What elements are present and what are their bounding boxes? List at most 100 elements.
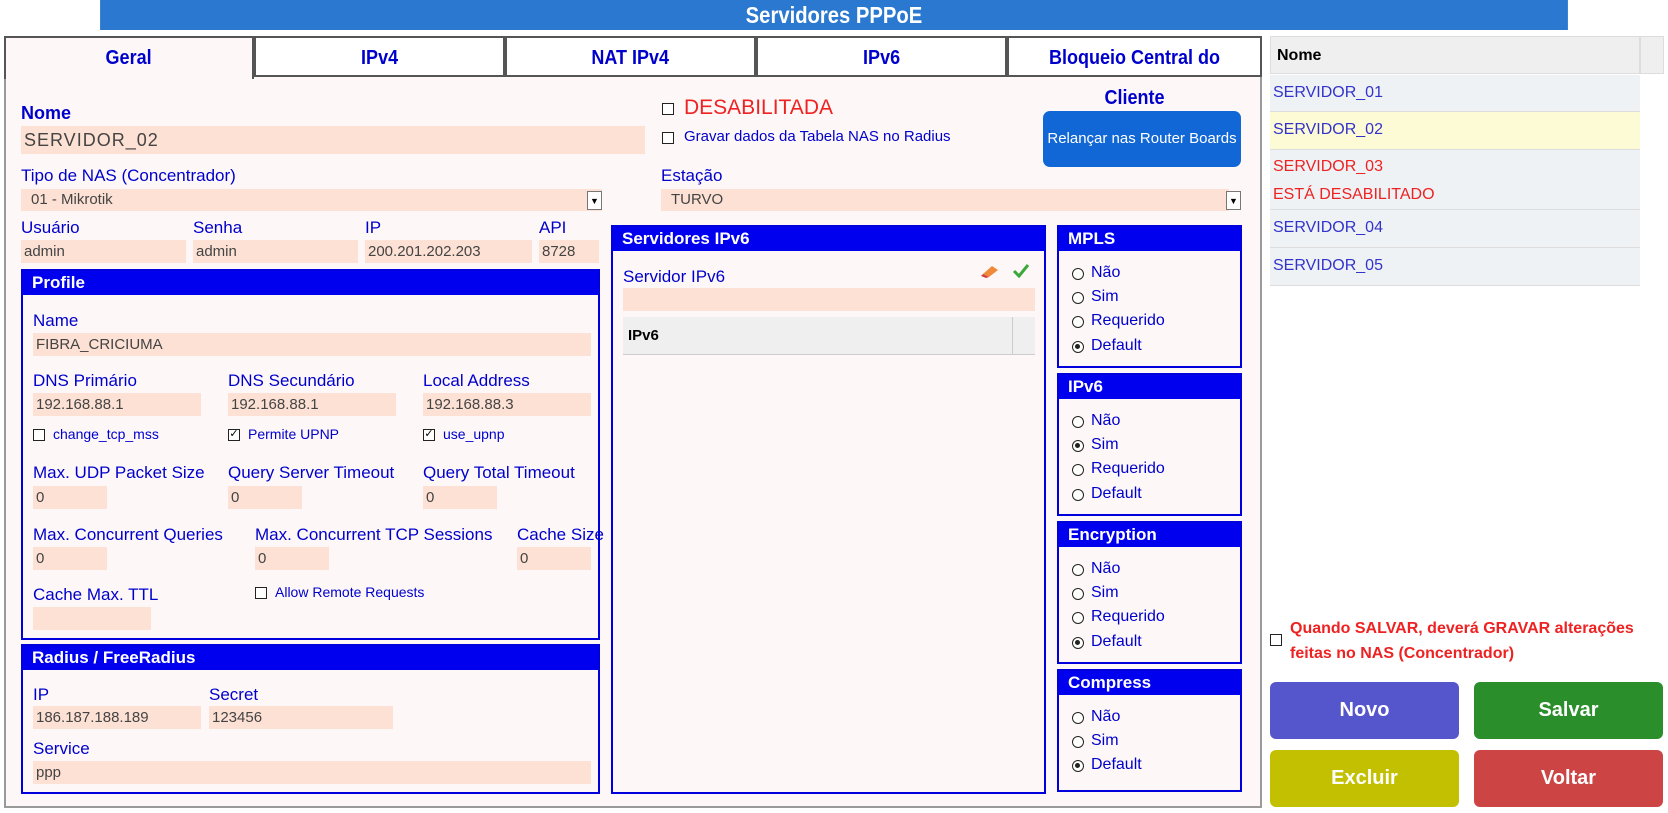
mpls-sim-label: Sim: [1091, 288, 1119, 305]
ipv6-requerido-radio[interactable]: [1072, 464, 1084, 476]
save-notice: Quando SALVAR, deverá GRAVAR alterações …: [1290, 620, 1634, 662]
qtt-label: Query Total Timeout: [423, 463, 575, 482]
list-item[interactable]: SERVIDOR_04: [1270, 210, 1640, 248]
tipo-nas-select[interactable]: 01 - Mikrotik: [21, 189, 602, 211]
ipv6-sim-radio[interactable]: [1072, 440, 1084, 452]
senha-input[interactable]: admin: [193, 240, 358, 263]
mcts-label: Max. Concurrent TCP Sessions: [255, 525, 493, 544]
check-icon[interactable]: [1012, 263, 1030, 279]
profile-title: Profile: [23, 271, 598, 295]
list-header[interactable]: Nome: [1270, 36, 1640, 74]
profile-name-input[interactable]: FIBRA_CRICIUMA: [33, 333, 591, 356]
radius-service-input[interactable]: ppp: [33, 761, 591, 784]
qst-label: Query Server Timeout: [228, 463, 395, 482]
voltar-button[interactable]: Voltar: [1474, 750, 1663, 807]
usuario-label: Usuário: [21, 218, 80, 237]
list-item[interactable]: SERVIDOR_01: [1270, 75, 1640, 112]
radius-service-label: Service: [33, 739, 90, 758]
mcq-input[interactable]: 0: [33, 547, 107, 570]
mcts-input[interactable]: 0: [255, 547, 329, 570]
compress-sim-radio[interactable]: [1072, 736, 1084, 748]
allow-remote-label: Allow Remote Requests: [275, 584, 425, 600]
api-input[interactable]: 8728: [539, 240, 599, 263]
encryption-default-radio[interactable]: [1072, 637, 1084, 649]
tab-label: IPv6: [862, 47, 901, 69]
gravar-alteracoes-checkbox[interactable]: [1270, 634, 1282, 646]
ipv6-grid-header: [623, 317, 1035, 355]
tipo-nas-label: Tipo de NAS (Concentrador): [21, 166, 236, 185]
tab-bloqueio[interactable]: Bloqueio Central do Cliente: [1007, 36, 1262, 109]
tab-nat-ipv4[interactable]: NAT IPv4: [505, 36, 756, 77]
chevron-down-icon[interactable]: ▼: [587, 191, 602, 210]
encryption-default-label: Default: [1091, 633, 1142, 650]
dns-secundario-input[interactable]: 192.168.88.1: [228, 393, 396, 416]
radius-ip-input[interactable]: 186.187.188.189: [33, 706, 201, 729]
mpls-box: MPLS: [1057, 225, 1242, 368]
encryption-nao-radio[interactable]: [1072, 564, 1084, 576]
list-item[interactable]: SERVIDOR_05: [1270, 248, 1640, 286]
dns-primario-input[interactable]: 192.168.88.1: [33, 393, 201, 416]
ipv6-box: IPv6: [1057, 373, 1242, 516]
list-item-disabled[interactable]: SERVIDOR_03 ESTÁ DESABILITADO: [1270, 150, 1640, 210]
senha-label: Senha: [193, 218, 243, 237]
mpls-sim-radio[interactable]: [1072, 292, 1084, 304]
tab-ipv6[interactable]: IPv6: [756, 36, 1007, 77]
radius-secret-input[interactable]: 123456: [209, 706, 393, 729]
ipv6-title: IPv6: [1059, 375, 1240, 399]
encryption-requerido-radio[interactable]: [1072, 612, 1084, 624]
profile-name-label: Name: [33, 311, 79, 330]
udp-input[interactable]: 0: [33, 486, 107, 509]
disabled-note: ESTÁ DESABILITADO: [1273, 186, 1435, 203]
tab-label: Geral: [105, 47, 153, 69]
qst-input[interactable]: 0: [228, 486, 302, 509]
encryption-sim-radio[interactable]: [1072, 588, 1084, 600]
desabilitada-checkbox[interactable]: [662, 103, 674, 115]
encryption-nao-label: Não: [1091, 560, 1121, 577]
compress-title: Compress: [1059, 671, 1240, 695]
tab-label: IPv4: [360, 47, 399, 69]
cache-ttl-input[interactable]: [33, 607, 151, 630]
tab-label: Bloqueio Central do Cliente: [1049, 47, 1220, 109]
list-item-selected[interactable]: SERVIDOR_02: [1270, 112, 1640, 150]
relancar-button[interactable]: Relançar nas Router Boards: [1043, 111, 1241, 167]
permite-upnp-checkbox[interactable]: ✓: [228, 429, 240, 441]
local-address-input[interactable]: 192.168.88.3: [423, 393, 591, 416]
ip-input[interactable]: 200.201.202.203: [365, 240, 532, 263]
window-title: Servidores PPPoE: [100, 0, 1568, 30]
chevron-down-icon[interactable]: ▼: [1226, 191, 1241, 210]
tab-label: NAT IPv4: [591, 47, 670, 69]
nome-input[interactable]: SERVIDOR_02: [21, 126, 645, 154]
local-address-label: Local Address: [423, 371, 530, 390]
radius-secret-label: Secret: [209, 685, 259, 704]
mpls-nao-radio[interactable]: [1072, 268, 1084, 280]
usuario-input[interactable]: admin: [21, 240, 186, 263]
excluir-button[interactable]: Excluir: [1270, 750, 1459, 807]
mpls-requerido-radio[interactable]: [1072, 316, 1084, 328]
eraser-icon[interactable]: [980, 264, 1000, 278]
change-tcp-checkbox[interactable]: [33, 429, 45, 441]
ipv6-default-radio[interactable]: [1072, 489, 1084, 501]
compress-sim-label: Sim: [1091, 732, 1119, 749]
encryption-sim-label: Sim: [1091, 584, 1119, 601]
use-upnp-checkbox[interactable]: ✓: [423, 429, 435, 441]
servidor-ipv6-input[interactable]: [623, 288, 1035, 311]
ipv6-nao-radio[interactable]: [1072, 416, 1084, 428]
list-item-label: SERVIDOR_03: [1273, 158, 1383, 175]
encryption-requerido-label: Requerido: [1091, 608, 1165, 625]
mpls-default-radio[interactable]: [1072, 341, 1084, 353]
allow-remote-checkbox[interactable]: [255, 587, 267, 599]
tab-ipv4[interactable]: IPv4: [254, 36, 505, 77]
estacao-select[interactable]: TURVO: [661, 189, 1229, 211]
compress-nao-radio[interactable]: [1072, 712, 1084, 724]
mpls-title: MPLS: [1059, 227, 1240, 251]
ipv6-sim-label: Sim: [1091, 436, 1119, 453]
radius-title: Radius / FreeRadius: [23, 646, 598, 670]
compress-default-radio[interactable]: [1072, 760, 1084, 772]
cache-size-input[interactable]: 0: [517, 547, 591, 570]
qtt-input[interactable]: 0: [423, 486, 497, 509]
gravar-nas-checkbox[interactable]: [662, 132, 674, 144]
tab-geral[interactable]: Geral: [4, 36, 254, 79]
novo-button[interactable]: Novo: [1270, 682, 1459, 739]
udp-label: Max. UDP Packet Size: [33, 463, 205, 482]
salvar-button[interactable]: Salvar: [1474, 682, 1663, 739]
